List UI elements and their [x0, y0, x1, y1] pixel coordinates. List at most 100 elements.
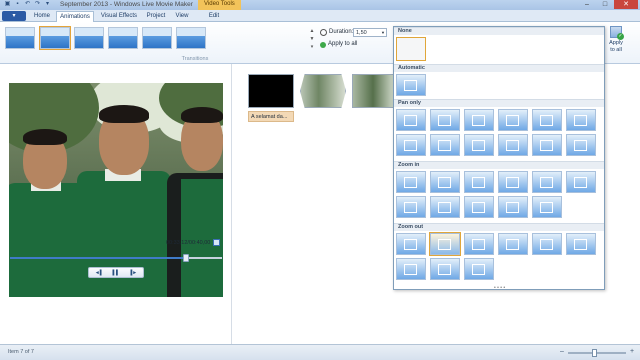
clock-icon [320, 29, 327, 36]
zoom-in-option[interactable] [430, 171, 460, 193]
zoom-in-option[interactable] [498, 171, 528, 193]
transitions-group-label: Transitions [181, 56, 209, 62]
status-text: Item 7 of 7 [8, 349, 34, 355]
pan-only-option[interactable] [532, 109, 562, 131]
pan-only-option[interactable] [396, 109, 426, 131]
apply-to-all-label: Apply to all [328, 41, 358, 47]
pan-only-option[interactable] [430, 134, 460, 156]
seek-bar[interactable] [10, 254, 222, 262]
pan-only-option[interactable] [566, 109, 596, 131]
window-title: September 2013 - Windows Live Movie Make… [60, 1, 193, 8]
ribbon-tabs: ▾ Home Animations Visual Effects Project… [0, 10, 640, 22]
close-button[interactable]: ✕ [614, 0, 638, 9]
no-animation-option[interactable] [396, 37, 426, 61]
zoom-in-option[interactable] [498, 196, 528, 218]
section-pan-only: Pan only [394, 99, 604, 107]
pan-only-option[interactable] [532, 134, 562, 156]
apply-all-icon [320, 42, 326, 48]
zoom-out-option[interactable] [464, 258, 494, 280]
app-icon[interactable]: ▣ [4, 1, 11, 8]
duration-select[interactable]: 1,50 ▼ [353, 28, 387, 37]
automatic-option[interactable] [396, 74, 426, 96]
undo-icon[interactable]: ↶ [24, 1, 31, 8]
zoom-handle[interactable] [592, 349, 598, 357]
pan-zoom-gallery-dropdown: None Automatic Pan only Zoom in Zoom out… [393, 26, 605, 290]
zoom-in-option[interactable] [430, 196, 460, 218]
zoom-out-option[interactable] [396, 258, 426, 280]
chevron-down-icon: ▼ [381, 30, 385, 35]
zoom-in-option[interactable] [396, 171, 426, 193]
pan-only-option[interactable] [498, 109, 528, 131]
contextual-tab-group: Video Tools [198, 0, 241, 10]
zoom-out-option[interactable] [429, 232, 461, 256]
zoom-slider[interactable] [568, 349, 626, 357]
transition-thumbnail[interactable] [5, 27, 35, 49]
zoom-out-option[interactable] [498, 233, 528, 255]
minimize-button[interactable]: – [578, 0, 596, 9]
tab-view[interactable]: View [171, 11, 193, 22]
section-zoom-out: Zoom out [394, 223, 604, 231]
pan-only-option[interactable] [396, 134, 426, 156]
storyboard-clip[interactable] [248, 74, 294, 108]
next-frame-button[interactable]: ▐► [127, 269, 139, 277]
zoom-in-option[interactable] [464, 196, 494, 218]
save-icon[interactable]: ▪ [14, 1, 21, 8]
gallery-scroll-icon[interactable]: ▲ ▼ ▾ [308, 27, 316, 53]
pan-only-option[interactable] [430, 109, 460, 131]
pan-only-option[interactable] [464, 109, 494, 131]
transition-thumbnail[interactable] [176, 27, 206, 49]
caption-clip[interactable]: A selamat da... [248, 111, 294, 122]
file-menu-icon: ▾ [12, 13, 16, 19]
zoom-in-option[interactable] [532, 171, 562, 193]
play-pause-button[interactable]: ▌▌ [110, 269, 122, 277]
tab-animations[interactable]: Animations [56, 11, 94, 22]
tab-visual-effects[interactable]: Visual Effects [97, 11, 141, 22]
maximize-button[interactable]: □ [596, 0, 614, 9]
transition-thumbnail[interactable] [108, 27, 138, 49]
zoom-out-option[interactable] [532, 233, 562, 255]
fullscreen-icon[interactable] [213, 239, 220, 246]
zoom-in-option[interactable] [464, 171, 494, 193]
transition-thumbnail[interactable] [142, 27, 172, 49]
seek-handle[interactable] [182, 254, 189, 262]
zoom-in-option[interactable] [566, 171, 596, 193]
timecode: 00:33,12/00:40,00 [166, 240, 211, 246]
storyboard-clip[interactable] [300, 74, 346, 108]
apply-to-all-large-label-line1: Apply [609, 40, 623, 46]
apply-to-all-large-label-line2: to all [610, 47, 622, 53]
previous-frame-button[interactable]: ◄▌ [93, 269, 105, 277]
file-menu-button[interactable]: ▾ [2, 11, 26, 21]
zoom-out-option[interactable] [566, 233, 596, 255]
section-automatic: Automatic [394, 64, 604, 72]
preview-pane: 00:33,12/00:40,00 ◄▌ ▌▌ ▐► [0, 64, 232, 344]
transition-thumbnail[interactable] [39, 26, 71, 50]
resize-grip[interactable]: • • • • [494, 285, 505, 289]
playback-controls: ◄▌ ▌▌ ▐► [88, 267, 144, 278]
duration-value: 1,50 [356, 30, 367, 36]
pan-only-option[interactable] [566, 134, 596, 156]
section-none: None [394, 27, 604, 35]
zoom-in-button[interactable]: + [628, 348, 636, 356]
zoom-in-option[interactable] [532, 196, 562, 218]
redo-icon[interactable]: ↷ [34, 1, 41, 8]
status-bar: Item 7 of 7 – + [0, 344, 640, 360]
section-zoom-in: Zoom in [394, 161, 604, 169]
customize-dropdown-icon[interactable]: ▾ [44, 1, 51, 8]
video-preview[interactable] [9, 83, 223, 297]
transition-thumbnail[interactable] [74, 27, 104, 49]
pan-only-option[interactable] [464, 134, 494, 156]
seek-progress [10, 257, 186, 259]
tab-home[interactable]: Home [30, 11, 54, 22]
storyboard-clip[interactable] [352, 74, 394, 108]
tab-edit[interactable]: Edit [202, 11, 226, 22]
zoom-out-option[interactable] [464, 233, 494, 255]
zoom-out-button[interactable]: – [558, 348, 566, 356]
zoom-out-option[interactable] [396, 233, 426, 255]
apply-to-all-large-button[interactable]: ✓ Apply to all [604, 24, 628, 62]
duration-label: Duration: [329, 29, 354, 35]
pan-only-option[interactable] [498, 134, 528, 156]
tab-project[interactable]: Project [142, 11, 170, 22]
zoom-out-option[interactable] [430, 258, 460, 280]
apply-all-large-icon: ✓ [610, 26, 624, 40]
zoom-in-option[interactable] [396, 196, 426, 218]
